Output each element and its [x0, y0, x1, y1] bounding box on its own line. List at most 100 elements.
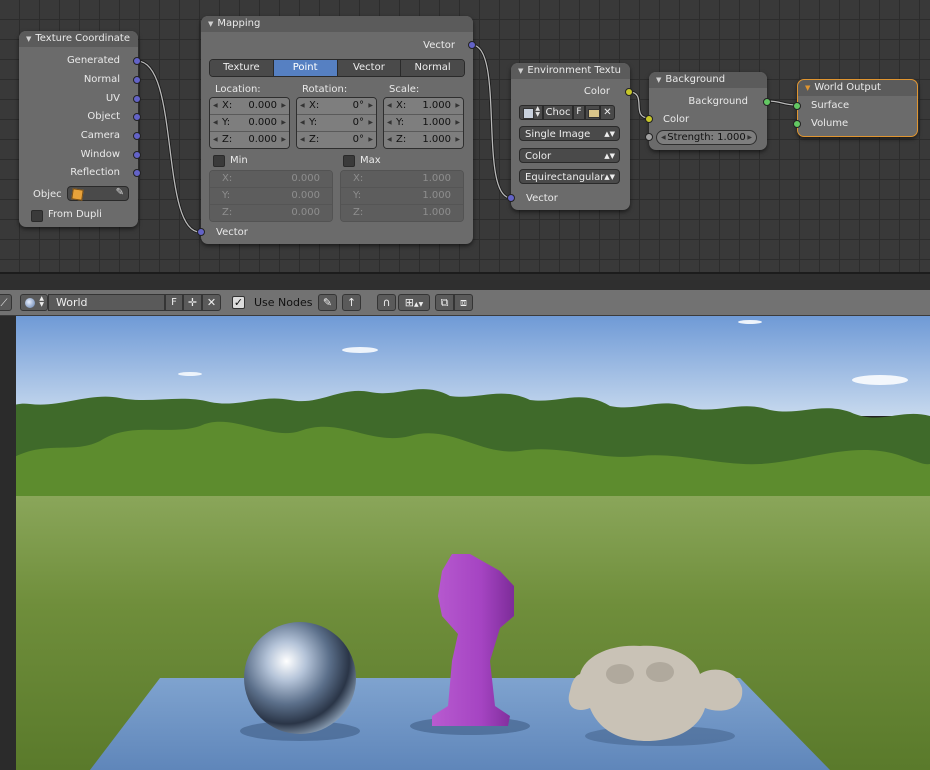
use-nodes-checkbox[interactable]: ✓ [232, 296, 245, 309]
close-icon: ✕ [603, 107, 612, 118]
socket-window[interactable] [133, 151, 141, 159]
socket-vector-in[interactable] [507, 194, 515, 202]
world-name-field[interactable]: World [48, 294, 165, 311]
socket-volume-in[interactable] [793, 120, 801, 128]
collapse-triangle-icon[interactable]: ▼ [805, 84, 810, 92]
link-mapping-to-env [471, 44, 512, 199]
tab-normal[interactable]: Normal [401, 60, 464, 76]
collapse-triangle-icon[interactable]: ▼ [26, 35, 31, 43]
texture-coordinate-node[interactable]: ▼ Texture Coordinate Generated Normal UV … [19, 31, 141, 227]
collapse-triangle-icon[interactable]: ▼ [518, 67, 523, 75]
socket-normal[interactable] [133, 76, 141, 84]
render-viewport[interactable] [0, 316, 930, 770]
cloud [852, 375, 908, 385]
socket-surface-in[interactable] [793, 102, 801, 110]
socket-vector-in[interactable] [197, 228, 205, 236]
object-field[interactable]: ✎ [67, 186, 129, 201]
scale-y-field[interactable]: ◀ Y: 1.000 ▶ [384, 115, 463, 132]
world-icon [25, 298, 35, 308]
projection-dropdown[interactable]: Equirectangular ▲▼ [519, 169, 620, 184]
area-separator[interactable] [0, 272, 930, 290]
socket-vector-out[interactable] [468, 41, 476, 49]
image-fake-user-button[interactable]: F [573, 105, 585, 120]
output-generated: Generated [66, 55, 120, 66]
tab-texture[interactable]: Texture [210, 60, 274, 76]
copy-nodes-button[interactable]: ⧉ [435, 294, 454, 311]
node-header[interactable]: ▼ Mapping [201, 16, 473, 32]
socket-color-out[interactable] [625, 88, 633, 96]
node-header[interactable]: ▼ Texture Coordinate [19, 31, 138, 47]
socket-uv[interactable] [133, 95, 141, 103]
socket-color-in[interactable] [645, 115, 653, 123]
min-checkbox[interactable] [213, 155, 225, 167]
snap-button[interactable]: ∩ [377, 294, 396, 311]
image-icon [523, 108, 534, 119]
use-nodes-label: Use Nodes [254, 296, 313, 309]
location-fields: ◀ X: 0.000 ▶ ◀ Y: 0.000 ▶ ◀ Z: 0.000 ▶ [209, 97, 290, 149]
world-output-node[interactable]: ▼ World Output Surface Volume [793, 79, 918, 137]
output-background-label: Background [688, 96, 748, 107]
world-browse-button[interactable]: ▲ ▼ [20, 294, 48, 311]
node-title: Background [665, 74, 726, 85]
tab-point[interactable]: Point [273, 60, 338, 76]
input-volume-label: Volume [811, 118, 849, 129]
viewport-left-edge [0, 316, 16, 770]
image-browse-button[interactable]: ▲ ▼ [519, 105, 543, 120]
output-window: Window [80, 149, 120, 160]
new-world-button[interactable]: ✛ [183, 294, 202, 311]
pin-button[interactable]: ✎ [318, 294, 337, 311]
checkmark-icon: ✓ [233, 296, 244, 309]
node-header[interactable]: ▼ Environment Textu [511, 63, 630, 79]
tab-vector[interactable]: Vector [337, 60, 402, 76]
strength-field[interactable]: ◀ Strength: 1.000 ▶ [656, 130, 757, 145]
paste-nodes-button[interactable]: ⧈ [454, 294, 473, 311]
color-space-dropdown[interactable]: Color ▲▼ [519, 148, 620, 163]
node-header[interactable]: ▼ Background [649, 72, 767, 88]
socket-camera[interactable] [133, 132, 141, 140]
rotation-y-field[interactable]: ◀ Y: 0° ▶ [297, 115, 376, 132]
output-camera: Camera [80, 130, 120, 141]
max-z-field[interactable]: Z: 1.000 [341, 205, 463, 221]
editor-type-button[interactable]: ⟋ [0, 294, 12, 311]
rotation-z-field[interactable]: ◀ Z: 0° ▶ [297, 132, 376, 148]
object-cube-icon [71, 188, 84, 201]
unlink-image-button[interactable]: ✕ [600, 105, 615, 120]
environment-texture-node[interactable]: ▼ Environment Textu Color ▲ ▼ Choc F ✕ Sin… [507, 63, 633, 210]
max-x-field[interactable]: X: 1.000 [341, 171, 463, 188]
scale-z-field[interactable]: ◀ Z: 1.000 ▶ [384, 132, 463, 148]
collapse-triangle-icon[interactable]: ▼ [656, 76, 661, 84]
collapse-triangle-icon[interactable]: ▼ [208, 20, 213, 28]
node-editor[interactable]: ▼ Texture Coordinate Generated Normal UV … [0, 0, 930, 272]
socket-reflection[interactable] [133, 169, 141, 177]
world-fake-user-button[interactable]: F [165, 294, 183, 311]
output-reflection: Reflection [70, 167, 120, 178]
socket-background-out[interactable] [763, 98, 771, 106]
max-checkbox[interactable] [343, 155, 355, 167]
arrow-up-icon: ↑ [346, 296, 357, 309]
rotation-x-field[interactable]: ◀ X: 0° ▶ [297, 98, 376, 115]
node-title: Environment Textu [527, 65, 621, 76]
socket-object[interactable] [133, 113, 141, 121]
min-x-field[interactable]: X: 0.000 [210, 171, 332, 188]
unlink-world-button[interactable]: ✕ [202, 294, 221, 311]
location-y-field[interactable]: ◀ Y: 0.000 ▶ [210, 115, 289, 132]
parent-node-tree-button[interactable]: ↑ [342, 294, 361, 311]
background-node[interactable]: ▼ Background Background Color ◀ Strength:… [645, 72, 771, 150]
max-y-field[interactable]: Y: 1.000 [341, 188, 463, 205]
snap-element-dropdown[interactable]: ⊞▲▼ [398, 294, 430, 311]
image-name-field[interactable]: Choc [543, 105, 573, 120]
min-y-field[interactable]: Y: 0.000 [210, 188, 332, 205]
socket-strength-in[interactable] [645, 133, 653, 141]
updown-arrows-icon: ▲▼ [39, 295, 44, 308]
open-image-button[interactable] [585, 105, 600, 120]
socket-generated[interactable] [133, 57, 141, 65]
location-x-field[interactable]: ◀ X: 0.000 ▶ [210, 98, 289, 115]
from-dupli-checkbox[interactable] [31, 210, 43, 222]
scale-x-field[interactable]: ◀ X: 1.000 ▶ [384, 98, 463, 115]
min-z-field[interactable]: Z: 0.000 [210, 205, 332, 221]
eyedropper-icon[interactable]: ✎ [116, 187, 124, 198]
source-dropdown[interactable]: Single Image ▲▼ [519, 126, 620, 141]
node-header[interactable]: ▼ World Output [798, 80, 917, 96]
mapping-node[interactable]: ▼ Mapping Vector Texture Point Vector Nor… [197, 16, 476, 244]
location-z-field[interactable]: ◀ Z: 0.000 ▶ [210, 132, 289, 148]
